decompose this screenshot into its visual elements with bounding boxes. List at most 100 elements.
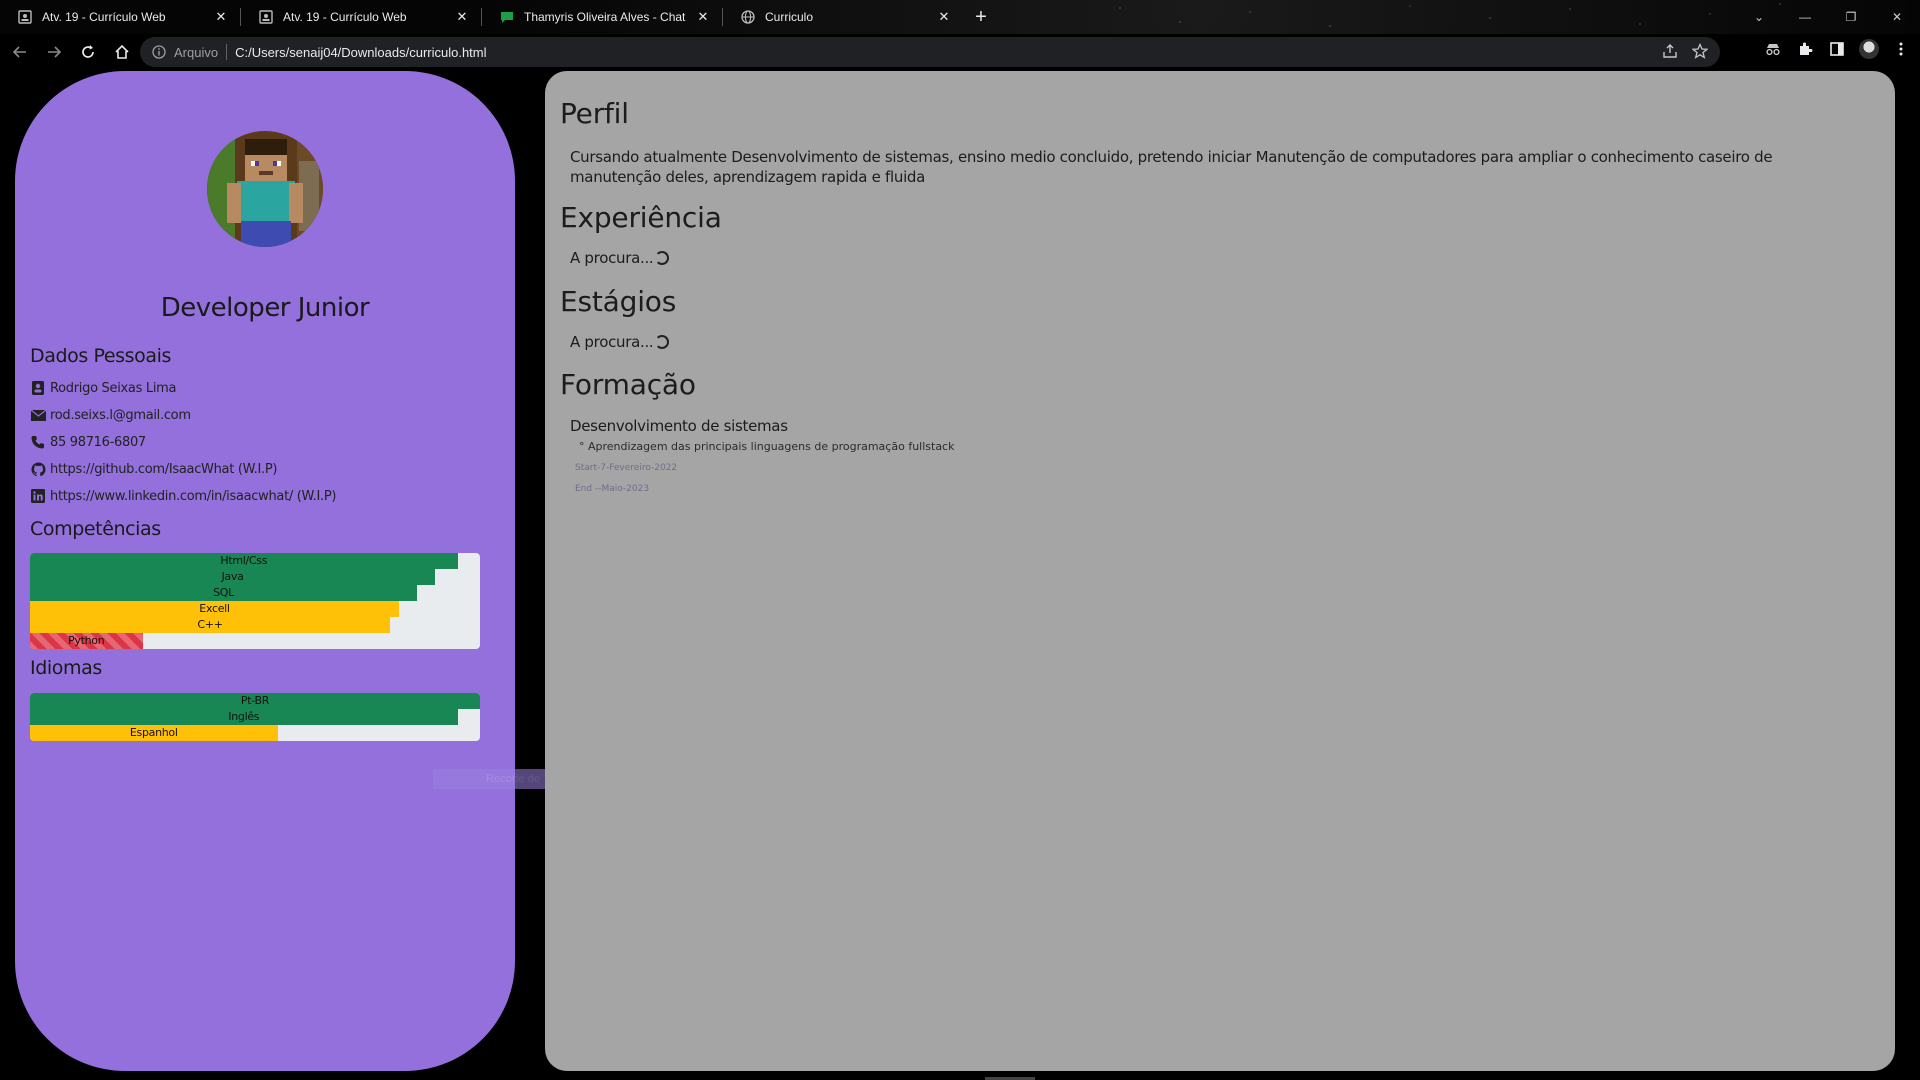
close-icon[interactable]: ✕ (937, 9, 951, 25)
back-button[interactable] (6, 38, 34, 66)
internship-row: A procura... (570, 333, 670, 351)
forward-arrow-icon (48, 46, 62, 58)
back-arrow-icon (12, 46, 26, 58)
personal-github[interactable]: https://github.com/IsaacWhat (W.I.P) (50, 462, 277, 477)
skill-bar-label: Python (68, 634, 105, 647)
extensions-icon[interactable] (1794, 38, 1816, 60)
education-start: Start-7-Fevereiro-2022 (575, 463, 678, 473)
page-icon (259, 10, 273, 24)
browser-toolbar: Arquivo C:/Users/senaij04/Downloads/curr… (0, 34, 1920, 70)
page-viewport: Developer Junior Dados Pessoais Rodrigo … (0, 70, 1920, 1080)
minecraft-avatar-icon (207, 131, 323, 247)
contact-card-icon (30, 380, 46, 396)
language-bar-label: Pt-BR (240, 694, 270, 707)
tab-3[interactable]: Thamyris Oliveira Alves - Chat ✕ (482, 0, 722, 34)
home-button[interactable] (108, 38, 136, 66)
profile-text: Cursando atualmente Desenvolvimento de s… (570, 148, 1773, 186)
linkedin-icon (30, 488, 46, 504)
address-scheme-label: Arquivo (174, 44, 219, 60)
tab-title: Atv. 19 - Currículo Web (42, 10, 166, 24)
side-panel-icon[interactable] (1826, 38, 1848, 60)
reload-icon (82, 45, 94, 58)
internship-text: A procura... (570, 333, 654, 351)
mail-icon (30, 407, 46, 423)
personal-linkedin[interactable]: https://www.linkedin.com/in/isaacwhat/ (… (50, 489, 336, 504)
star-icon[interactable] (1692, 43, 1708, 59)
address-divider (226, 44, 228, 60)
personal-email[interactable]: rod.seixs.l@gmail.com (50, 408, 191, 423)
tab-title: Thamyris Oliveira Alves - Chat (524, 10, 686, 24)
language-bar-label: Espanhol (129, 726, 178, 739)
address-bar[interactable]: Arquivo C:/Users/senaij04/Downloads/curr… (140, 37, 1720, 67)
personal-name-row: Rodrigo Seixas Lima (30, 380, 176, 396)
home-icon (115, 44, 129, 59)
skill-bar: C++ (30, 617, 480, 633)
new-tab-button[interactable]: + (967, 3, 995, 31)
page-icon (18, 10, 32, 24)
language-bar: Pt-BR (30, 693, 480, 709)
tab-title: Curriculo (765, 10, 814, 24)
skill-bar-label: C++ (197, 618, 223, 631)
tab-title: Atv. 19 - Currículo Web (283, 10, 407, 24)
language-bar-label: Inglês (228, 710, 260, 723)
address-url[interactable]: C:/Users/senaij04/Downloads/curriculo.ht… (235, 45, 486, 60)
skill-bar: Python (30, 633, 480, 649)
loading-spinner-icon (655, 335, 670, 349)
personal-name: Rodrigo Seixas Lima (50, 380, 177, 396)
education-end: End --Maio-2023 (575, 484, 650, 494)
globe-icon (741, 10, 755, 24)
language-bar: Espanhol (30, 725, 480, 741)
personal-phone: 85 98716-6807 (50, 434, 146, 450)
skill-bar-label: Java (221, 570, 244, 583)
skill-bar: SQL (30, 585, 480, 601)
resume-sidebar: Developer Junior Dados Pessoais Rodrigo … (15, 71, 515, 1071)
tab-2[interactable]: Atv. 19 - Currículo Web ✕ (241, 0, 481, 34)
skill-bar: Html/Css (30, 553, 480, 569)
loading-spinner-icon (655, 251, 670, 265)
info-icon[interactable] (152, 45, 166, 59)
close-icon[interactable]: ✕ (696, 9, 710, 25)
education-heading: Formação (560, 368, 696, 401)
close-icon[interactable]: ✕ (214, 9, 228, 25)
tab-1[interactable]: Atv. 19 - Currículo Web ✕ (0, 0, 240, 34)
chat-icon (501, 12, 513, 23)
role-title: Developer Junior (160, 293, 370, 323)
internship-heading: Estágios (560, 285, 677, 318)
forward-button[interactable] (40, 38, 68, 66)
education-detail: ° Aprendizagem das principais linguagens… (579, 440, 955, 453)
menu-kebab-icon[interactable] (1890, 38, 1912, 60)
personal-email-row: rod.seixs.l@gmail.com (30, 407, 191, 423)
language-bars: Pt-BR Inglês Espanhol (30, 693, 480, 741)
resume-main-panel: Perfil Cursando atualmente Desenvolvimen… (545, 71, 1895, 1071)
github-icon (30, 461, 46, 477)
reload-button[interactable] (74, 38, 102, 66)
tab-4-active[interactable]: Curriculo ✕ (723, 0, 963, 34)
personal-data-heading: Dados Pessoais (30, 345, 172, 367)
personal-linkedin-row: https://www.linkedin.com/in/isaacwhat/ (… (30, 488, 336, 504)
skill-bar-label: SQL (213, 586, 234, 599)
skills-heading: Competências (30, 518, 161, 540)
education-course: Desenvolvimento de sistemas (570, 417, 788, 435)
starfield-background (1100, 0, 1800, 34)
window-controls: ⌄ — ❐ ✕ (1736, 0, 1920, 34)
close-window-icon[interactable]: ✕ (1874, 10, 1920, 24)
languages-heading: Idiomas (30, 657, 102, 679)
experience-heading: Experiência (560, 201, 722, 234)
toolbar-actions (1762, 38, 1912, 60)
personal-github-row: https://github.com/IsaacWhat (W.I.P) (30, 461, 277, 477)
skill-bar: Excell (30, 601, 480, 617)
incognito-icon[interactable] (1762, 38, 1784, 60)
skill-bar: Java (30, 569, 480, 585)
profile-avatar[interactable] (1858, 38, 1880, 60)
restore-icon[interactable]: ❐ (1828, 10, 1874, 24)
tab-search-icon[interactable]: ⌄ (1736, 10, 1782, 24)
close-icon[interactable]: ✕ (455, 9, 469, 25)
language-bar: Inglês (30, 709, 480, 725)
minimize-icon[interactable]: — (1782, 10, 1828, 24)
personal-phone-row: 85 98716-6807 (30, 434, 146, 450)
experience-row: A procura... (570, 249, 670, 267)
experience-text: A procura... (570, 249, 654, 267)
profile-photo (207, 131, 323, 247)
skill-bar-label: Html/Css (220, 554, 268, 567)
share-icon[interactable] (1662, 43, 1678, 59)
